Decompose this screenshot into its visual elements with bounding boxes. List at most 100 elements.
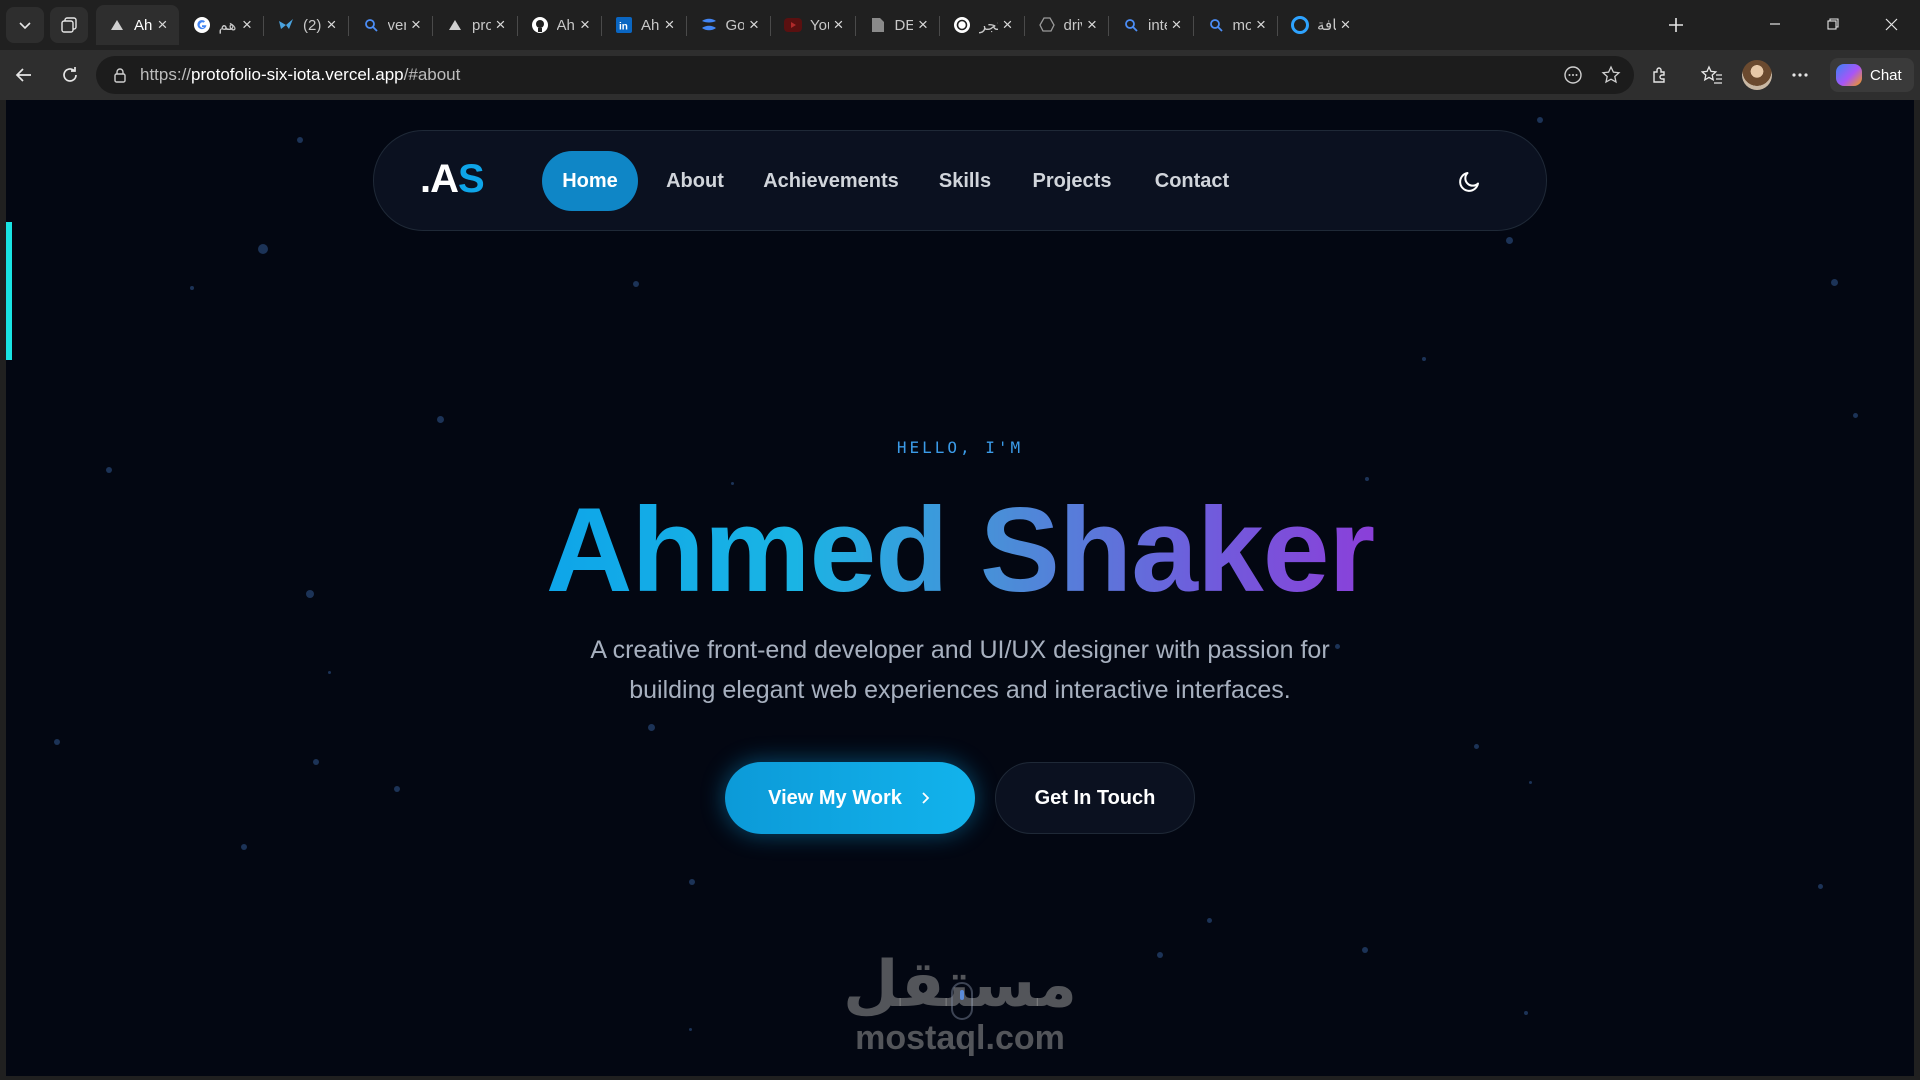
nav-achievements[interactable]: Achievements bbox=[756, 151, 906, 211]
tab-separator bbox=[516, 16, 518, 36]
browser-tab[interactable]: (2) AI× bbox=[265, 5, 348, 45]
restore-button[interactable] bbox=[1804, 0, 1862, 48]
minimize-icon bbox=[1770, 23, 1780, 25]
browser-tab[interactable]: YouTube× bbox=[772, 5, 855, 45]
get-in-touch-button[interactable]: Get In Touch bbox=[995, 762, 1195, 834]
browser-tab[interactable]: protofolio× bbox=[434, 5, 517, 45]
browser-toolbar: https://protofolio-six-iota.vercel.app/#… bbox=[0, 50, 1920, 100]
tab-separator bbox=[263, 16, 264, 36]
tab-title: vercel bbox=[387, 16, 407, 34]
plus-icon bbox=[1669, 18, 1683, 32]
brand-letter-s: S bbox=[458, 157, 485, 201]
reload-button[interactable] bbox=[52, 58, 88, 92]
close-tab-icon[interactable]: × bbox=[153, 15, 173, 35]
nav-projects[interactable]: Projects bbox=[1024, 151, 1120, 211]
tab-title: Ahmed bbox=[556, 16, 576, 34]
tab-title: Ahmed bbox=[641, 16, 660, 34]
minimize-button[interactable] bbox=[1746, 0, 1804, 48]
hero-tagline: A creative front-end developer and UI/UX… bbox=[590, 636, 1330, 704]
new-tab-button[interactable] bbox=[1660, 9, 1692, 41]
particle-dot bbox=[53, 739, 60, 746]
circle-icon bbox=[1291, 16, 1309, 34]
close-tab-icon[interactable]: × bbox=[575, 15, 595, 35]
lock-icon[interactable] bbox=[100, 67, 140, 83]
vercel-icon bbox=[446, 16, 464, 34]
browser-tab[interactable]: vercel× bbox=[350, 5, 433, 45]
more-options-button[interactable] bbox=[1782, 58, 1818, 92]
browser-tab[interactable]: inter× bbox=[1110, 5, 1193, 45]
more-horizontal-icon bbox=[1792, 73, 1808, 77]
close-tab-icon[interactable]: × bbox=[1167, 15, 1187, 35]
tab-title: إضافة bbox=[1317, 17, 1336, 34]
workspaces-button[interactable] bbox=[50, 7, 88, 43]
reading-mode-icon[interactable] bbox=[1556, 58, 1590, 92]
tab-title: protofolio bbox=[472, 16, 491, 34]
particle-dot bbox=[1818, 883, 1824, 889]
close-tab-icon[interactable]: × bbox=[913, 15, 933, 35]
close-tab-icon[interactable]: × bbox=[322, 15, 342, 35]
close-tab-icon[interactable]: × bbox=[998, 15, 1018, 35]
particle-dot bbox=[394, 785, 401, 792]
particle-dot bbox=[1207, 917, 1213, 923]
browser-tab[interactable]: إضافة× bbox=[1279, 5, 1362, 45]
vercel-icon bbox=[108, 16, 126, 34]
close-tab-icon[interactable]: × bbox=[829, 15, 849, 35]
close-icon bbox=[1885, 18, 1897, 30]
particle-dot bbox=[1852, 413, 1858, 419]
browser-tab[interactable]: Ahmed× bbox=[519, 5, 602, 45]
tab-separator bbox=[939, 16, 940, 36]
tab-separator bbox=[1108, 16, 1109, 36]
close-tab-icon[interactable]: × bbox=[744, 15, 764, 35]
close-tab-icon[interactable]: × bbox=[237, 15, 257, 35]
browser-tab[interactable]: most× bbox=[1195, 5, 1278, 45]
particle-dot bbox=[258, 244, 269, 255]
nav-home[interactable]: Home bbox=[542, 151, 638, 211]
tab-list-button[interactable] bbox=[6, 7, 44, 43]
address-bar[interactable]: https://protofolio-six-iota.vercel.app/#… bbox=[96, 56, 1634, 94]
view-my-work-button[interactable]: View My Work bbox=[725, 762, 975, 834]
scroll-indicator[interactable] bbox=[951, 982, 973, 1020]
back-button[interactable] bbox=[6, 58, 42, 92]
workspaces-icon bbox=[61, 17, 77, 33]
browser-tab[interactable]: in Ahmed× bbox=[603, 5, 686, 45]
tab-title: (2) AI bbox=[303, 16, 322, 34]
doc-icon bbox=[869, 16, 887, 34]
browser-tab[interactable]: تفاهم× bbox=[181, 5, 264, 45]
close-tab-icon[interactable]: × bbox=[1082, 15, 1102, 35]
view-my-work-label: View My Work bbox=[768, 786, 902, 809]
tab-separator bbox=[1192, 16, 1194, 36]
particle-dot bbox=[1524, 1011, 1529, 1016]
search-icon bbox=[1207, 16, 1225, 34]
close-tab-icon[interactable]: × bbox=[1251, 15, 1271, 35]
browser-tab[interactable]: Ahmed× bbox=[96, 5, 179, 45]
linkedin-icon: in bbox=[615, 16, 633, 34]
browser-tab[interactable]: drive× bbox=[1026, 5, 1109, 45]
copilot-chat-button[interactable]: Chat bbox=[1830, 58, 1914, 92]
tab-separator bbox=[854, 16, 856, 36]
nav-about[interactable]: About bbox=[658, 151, 732, 211]
close-tab-icon[interactable]: × bbox=[491, 15, 511, 35]
close-window-button[interactable] bbox=[1862, 0, 1920, 48]
brand-logo[interactable]: .AS bbox=[420, 157, 485, 202]
browser-tab[interactable]: Google× bbox=[688, 5, 771, 45]
nav-contact[interactable]: Contact bbox=[1144, 151, 1240, 211]
browser-tab[interactable]: DELTA× bbox=[857, 5, 940, 45]
favorite-star-icon[interactable] bbox=[1594, 58, 1628, 92]
particle-dot bbox=[313, 758, 320, 765]
url-text[interactable]: https://protofolio-six-iota.vercel.app/#… bbox=[140, 65, 460, 85]
brand-dot: . bbox=[420, 157, 431, 201]
particle-dot bbox=[1536, 117, 1543, 124]
nav-skills[interactable]: Skills bbox=[930, 151, 1000, 211]
extensions-button[interactable] bbox=[1642, 58, 1678, 92]
close-tab-icon[interactable]: × bbox=[406, 15, 426, 35]
tab-separator bbox=[347, 16, 349, 36]
github-icon bbox=[531, 16, 549, 34]
particle-dot bbox=[689, 878, 696, 885]
browser-tab[interactable]: متجر× bbox=[941, 5, 1024, 45]
reload-icon bbox=[63, 67, 77, 82]
close-tab-icon[interactable]: × bbox=[1336, 15, 1356, 35]
theme-toggle-button[interactable] bbox=[1449, 160, 1491, 202]
profile-avatar[interactable] bbox=[1742, 60, 1772, 90]
close-tab-icon[interactable]: × bbox=[660, 15, 680, 35]
favorites-button[interactable] bbox=[1694, 58, 1730, 92]
